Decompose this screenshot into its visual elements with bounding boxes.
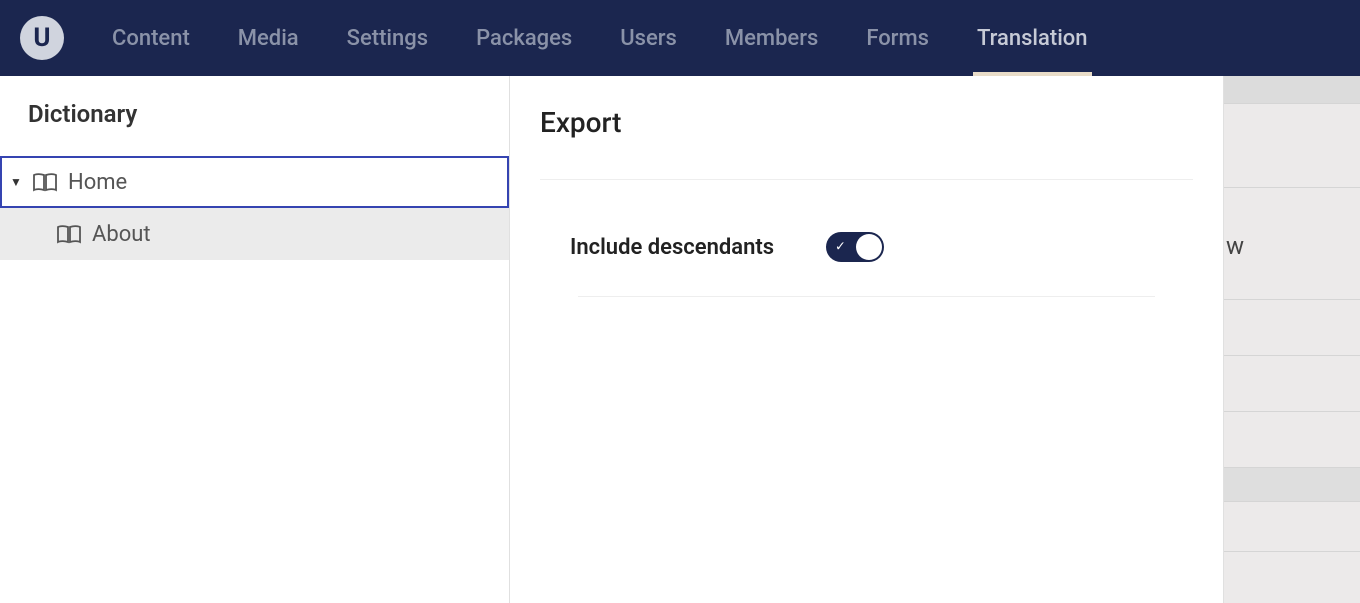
field-include-descendants: Include descendants ✓ [540, 180, 1193, 296]
top-navigation: U Content Media Settings Packages Users … [0, 0, 1360, 76]
background-panel: w [1224, 76, 1360, 603]
tree-item-label: Home [68, 170, 127, 195]
page-title: Export [540, 76, 1193, 180]
nav-forms[interactable]: Forms [866, 0, 929, 76]
check-icon: ✓ [835, 240, 846, 255]
workspace: w Dictionary ▼ Home [0, 76, 1360, 603]
tree-item-home[interactable]: ▼ Home [0, 156, 509, 208]
field-label: Include descendants [570, 235, 826, 260]
book-icon [56, 224, 82, 244]
tree-item-about[interactable]: About [0, 208, 509, 260]
umbraco-logo[interactable]: U [20, 16, 64, 60]
sidebar: Dictionary ▼ Home [0, 76, 510, 603]
nav-media[interactable]: Media [238, 0, 299, 76]
nav-users[interactable]: Users [620, 0, 677, 76]
book-icon [32, 172, 58, 192]
include-descendants-toggle[interactable]: ✓ [826, 232, 884, 262]
main-panel: Export Include descendants ✓ [510, 76, 1224, 603]
nav-translation[interactable]: Translation [977, 0, 1088, 76]
nav-settings[interactable]: Settings [347, 0, 428, 76]
nav-content[interactable]: Content [112, 0, 190, 76]
sidebar-heading: Dictionary [0, 76, 509, 156]
divider [578, 296, 1155, 297]
background-row-text: w [1224, 188, 1360, 260]
nav-members[interactable]: Members [725, 0, 818, 76]
tree-item-label: About [92, 222, 151, 247]
caret-down-icon[interactable]: ▼ [10, 175, 22, 189]
nav-packages[interactable]: Packages [476, 0, 572, 76]
toggle-knob [856, 234, 882, 260]
dictionary-tree: ▼ Home About [0, 156, 509, 260]
